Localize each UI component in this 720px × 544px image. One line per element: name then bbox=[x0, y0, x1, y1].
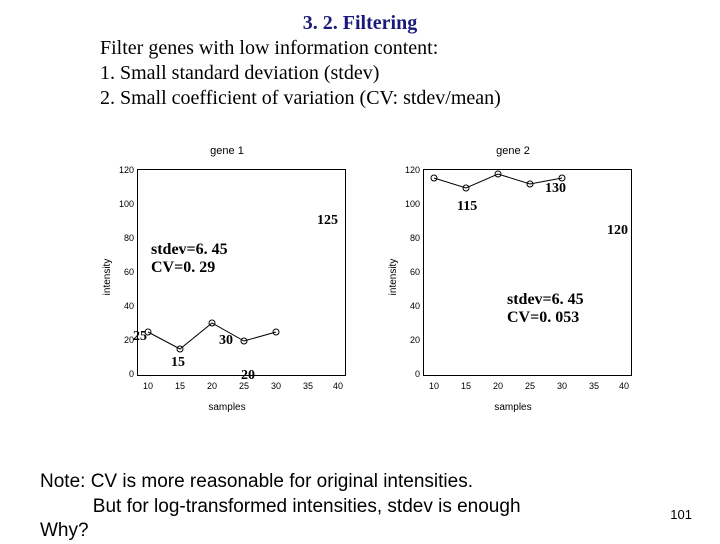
chart2-ytick: 100 bbox=[396, 199, 420, 209]
chart1-cv: CV=0. 29 bbox=[151, 259, 228, 277]
chart1-ptlabel: 30 bbox=[219, 333, 233, 349]
chart1-xtick: 30 bbox=[266, 381, 286, 391]
chart1-ytick: 100 bbox=[110, 199, 134, 209]
chart2-ptlabel: 130 bbox=[545, 181, 566, 197]
footnote-line-1: Note: CV is more reasonable for original… bbox=[40, 470, 521, 495]
footnote-block: Note: CV is more reasonable for original… bbox=[40, 470, 521, 544]
chart2-ytick: 40 bbox=[396, 301, 420, 311]
chart1-ptlabel: 25 bbox=[133, 329, 147, 345]
body-line-2: 1. Small standard deviation (stdev) bbox=[100, 61, 501, 86]
chart2-ptlabel: 120 bbox=[607, 223, 628, 239]
body-line-3: 2. Small coefficient of variation (CV: s… bbox=[100, 86, 501, 111]
chart2-xtick: 15 bbox=[456, 381, 476, 391]
chart2-xtick: 10 bbox=[424, 381, 444, 391]
chart2-ylabel: intensity bbox=[388, 259, 399, 296]
chart-gene-2: gene 2 intensity samples 0 20 40 60 80 1… bbox=[376, 140, 650, 414]
chart2-ytick: 60 bbox=[396, 267, 420, 277]
chart1-xtick: 20 bbox=[202, 381, 222, 391]
chart1-ptlabel: 15 bbox=[171, 355, 185, 371]
chart2-stats: stdev=6. 45 CV=0. 053 bbox=[507, 291, 584, 328]
chart1-ptlabel: 20 bbox=[241, 368, 255, 384]
chart1-xtick: 15 bbox=[170, 381, 190, 391]
chart1-stdev: stdev=6. 45 bbox=[151, 241, 228, 259]
chart2-stdev: stdev=6. 45 bbox=[507, 291, 584, 309]
chart2-line bbox=[424, 169, 632, 375]
footnote-line-3: Why? bbox=[40, 519, 521, 544]
chart1-xtick: 40 bbox=[328, 381, 348, 391]
chart2-cv: CV=0. 053 bbox=[507, 309, 584, 327]
chart1-ptlabel-extra: 125 bbox=[317, 213, 338, 229]
chart1-ytick: 120 bbox=[110, 165, 134, 175]
chart2-xtick: 35 bbox=[584, 381, 604, 391]
chart1-ytick: 60 bbox=[110, 267, 134, 277]
chart2-ytick: 120 bbox=[396, 165, 420, 175]
section-title: 3. 2. Filtering bbox=[0, 12, 720, 35]
body-text-block: Filter genes with low information conten… bbox=[100, 36, 501, 111]
charts-row: gene 1 intensity samples 0 20 40 60 80 1… bbox=[90, 140, 650, 420]
body-line-1: Filter genes with low information conten… bbox=[100, 36, 501, 61]
chart2-xtick: 40 bbox=[614, 381, 634, 391]
chart1-ytick: 40 bbox=[110, 301, 134, 311]
chart2-title: gene 2 bbox=[377, 145, 649, 157]
chart1-ylabel: intensity bbox=[102, 259, 113, 296]
footnote-line-2: But for log-transformed intensities, std… bbox=[40, 495, 521, 520]
chart2-ptlabel: 115 bbox=[457, 199, 477, 215]
chart2-xtick: 20 bbox=[488, 381, 508, 391]
chart-gene-1: gene 1 intensity samples 0 20 40 60 80 1… bbox=[90, 140, 364, 414]
chart2-ytick: 0 bbox=[396, 369, 420, 379]
chart2-ytick: 80 bbox=[396, 233, 420, 243]
page-number: 101 bbox=[670, 507, 692, 522]
chart1-stats: stdev=6. 45 CV=0. 29 bbox=[151, 241, 228, 278]
chart1-xtick: 10 bbox=[138, 381, 158, 391]
chart2-xtick: 25 bbox=[520, 381, 540, 391]
chart1-xlabel: samples bbox=[91, 402, 363, 413]
chart2-plot-area: 0 20 40 60 80 100 120 10 15 20 25 30 35 … bbox=[423, 169, 632, 376]
chart2-xlabel: samples bbox=[377, 402, 649, 413]
chart1-ytick: 20 bbox=[110, 335, 134, 345]
chart1-ytick: 0 bbox=[110, 369, 134, 379]
chart1-title: gene 1 bbox=[91, 145, 363, 157]
chart2-xtick: 30 bbox=[552, 381, 572, 391]
chart1-ytick: 80 bbox=[110, 233, 134, 243]
chart2-ytick: 20 bbox=[396, 335, 420, 345]
chart1-xtick: 35 bbox=[298, 381, 318, 391]
